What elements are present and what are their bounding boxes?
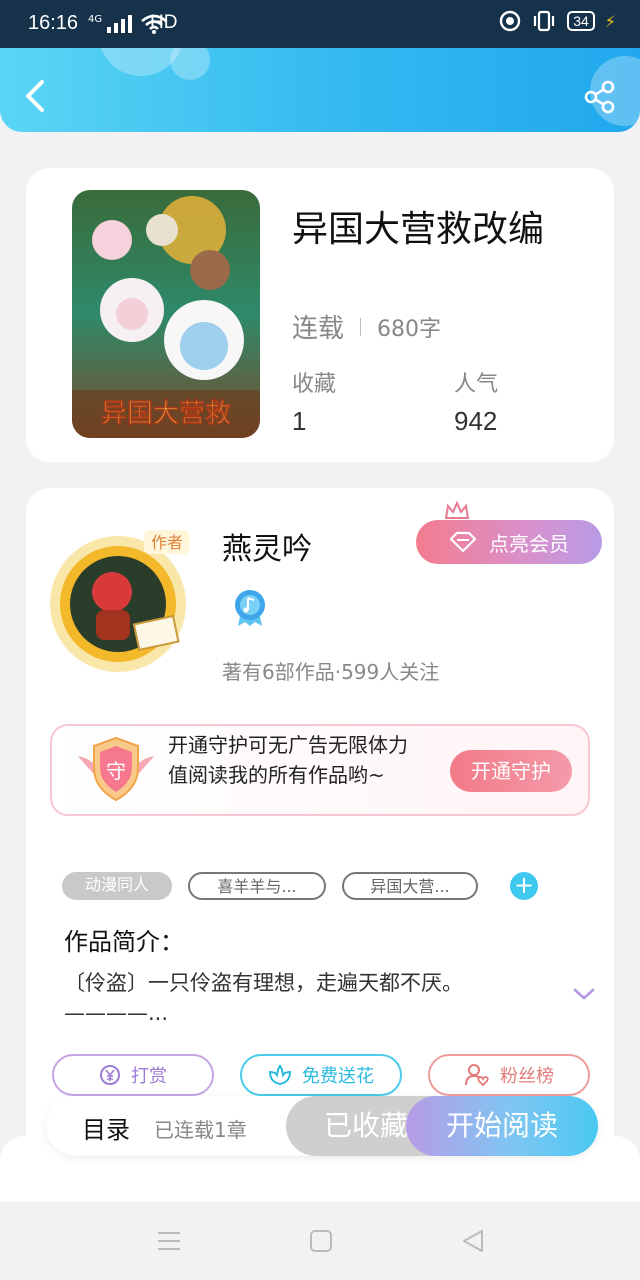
yen-coin-icon — [100, 1065, 120, 1085]
hd-indicator: HD — [150, 12, 178, 33]
book-status-row: 连载 680字 — [292, 308, 441, 345]
alarm-icon — [499, 10, 521, 32]
add-tag-button[interactable]: + — [510, 872, 538, 900]
toc-button[interactable]: 目录 — [82, 1110, 130, 1145]
tag-category[interactable]: 动漫同人 — [62, 872, 172, 900]
book-cover-image[interactable]: 异国大营救 — [72, 190, 260, 438]
open-guard-button[interactable]: 开通守护 — [450, 750, 572, 792]
divider — [360, 317, 362, 336]
signal-icon — [106, 15, 132, 33]
intro-heading: 作品简介： — [64, 928, 184, 956]
author-avatar-tag: 作者 — [151, 533, 183, 552]
author-avatar[interactable]: 作者 — [40, 524, 206, 680]
status-right: 34 ⚡ — [499, 10, 616, 32]
diamond-icon — [449, 531, 477, 553]
word-count: 680字 — [377, 316, 442, 342]
author-stats: 著有6部作品·599人关注 — [222, 660, 440, 684]
home-icon[interactable] — [308, 1228, 334, 1254]
level-badge-icon — [235, 590, 265, 626]
user-heart-icon — [465, 1064, 489, 1087]
status-time: 16:16 — [28, 12, 79, 34]
guard-promo-banner[interactable]: 守 开通守护可无广告无限体力值阅读我的所有作品哟~ 开通守护 — [50, 724, 590, 816]
battery-indicator: 34 — [567, 11, 595, 31]
start-reading-button[interactable]: 开始阅读 — [406, 1096, 598, 1156]
system-nav-bar — [0, 1202, 640, 1280]
author-name[interactable]: 燕灵吟 — [222, 524, 312, 568]
avatar-illustration: 作者 — [50, 530, 190, 672]
tag-series[interactable]: 异国大营... — [342, 872, 478, 900]
tip-button[interactable]: 打赏 — [52, 1054, 214, 1096]
top-header: 16:16 4G HD 34 ⚡ — [0, 0, 640, 132]
book-title: 异国大营救改编 — [292, 209, 545, 250]
author-card: 作者 燕灵吟 著有6部作品·599人关注 点亮会员 守 开通守护可无广告无限体力… — [26, 488, 614, 1188]
vibrate-icon — [534, 10, 555, 32]
charging-icon: ⚡ — [604, 11, 616, 31]
fan-ranking-label: 粉丝榜 — [500, 1066, 554, 1087]
popularity-value: 942 — [454, 406, 498, 436]
tag-fandom[interactable]: 喜羊羊与... — [188, 872, 326, 900]
network-type: 4G — [88, 14, 103, 25]
status-bar: 16:16 4G HD 34 ⚡ — [0, 0, 640, 48]
back-icon[interactable] — [18, 76, 52, 116]
cover-illustration: 异国大营救 — [72, 190, 260, 438]
intro-text: 〔伶盗〕一只伶盗有理想，走遍天都不厌。————... — [64, 971, 463, 1025]
fan-ranking-button[interactable]: 粉丝榜 — [428, 1054, 590, 1096]
chapter-count: 已连载1章 — [154, 1118, 247, 1142]
share-icon[interactable] — [584, 80, 616, 114]
popularity-label: 人气 — [454, 372, 499, 397]
bottom-action-bar: 目录 已连载1章 已收藏 开始阅读 — [46, 1096, 598, 1156]
menu-icon[interactable] — [156, 1228, 182, 1254]
send-flower-label: 免费送花 — [302, 1066, 374, 1087]
vip-button[interactable]: 点亮会员 — [416, 520, 602, 564]
book-info-card: 异国大营救 异国大营救改编 连载 680字 收藏 1 人气 942 — [26, 168, 614, 462]
send-flower-button[interactable]: 免费送花 — [240, 1054, 402, 1096]
favorites-value: 1 — [292, 406, 307, 436]
vip-button-label: 点亮会员 — [489, 531, 569, 556]
guard-promo-text: 开通守护可无广告无限体力值阅读我的所有作品哟~ — [168, 733, 408, 787]
chevron-down-icon[interactable] — [572, 986, 596, 1002]
crown-icon — [444, 500, 470, 522]
back-nav-icon[interactable] — [460, 1228, 486, 1254]
tip-button-label: 打赏 — [131, 1066, 167, 1087]
shield-icon: 守 — [78, 736, 154, 802]
favorites-label: 收藏 — [292, 372, 337, 397]
svg-text:异国大营救: 异国大营救 — [101, 399, 231, 429]
serial-status: 连载 — [292, 314, 345, 344]
guard-badge-text: 守 — [106, 759, 126, 783]
flower-icon — [268, 1064, 292, 1086]
